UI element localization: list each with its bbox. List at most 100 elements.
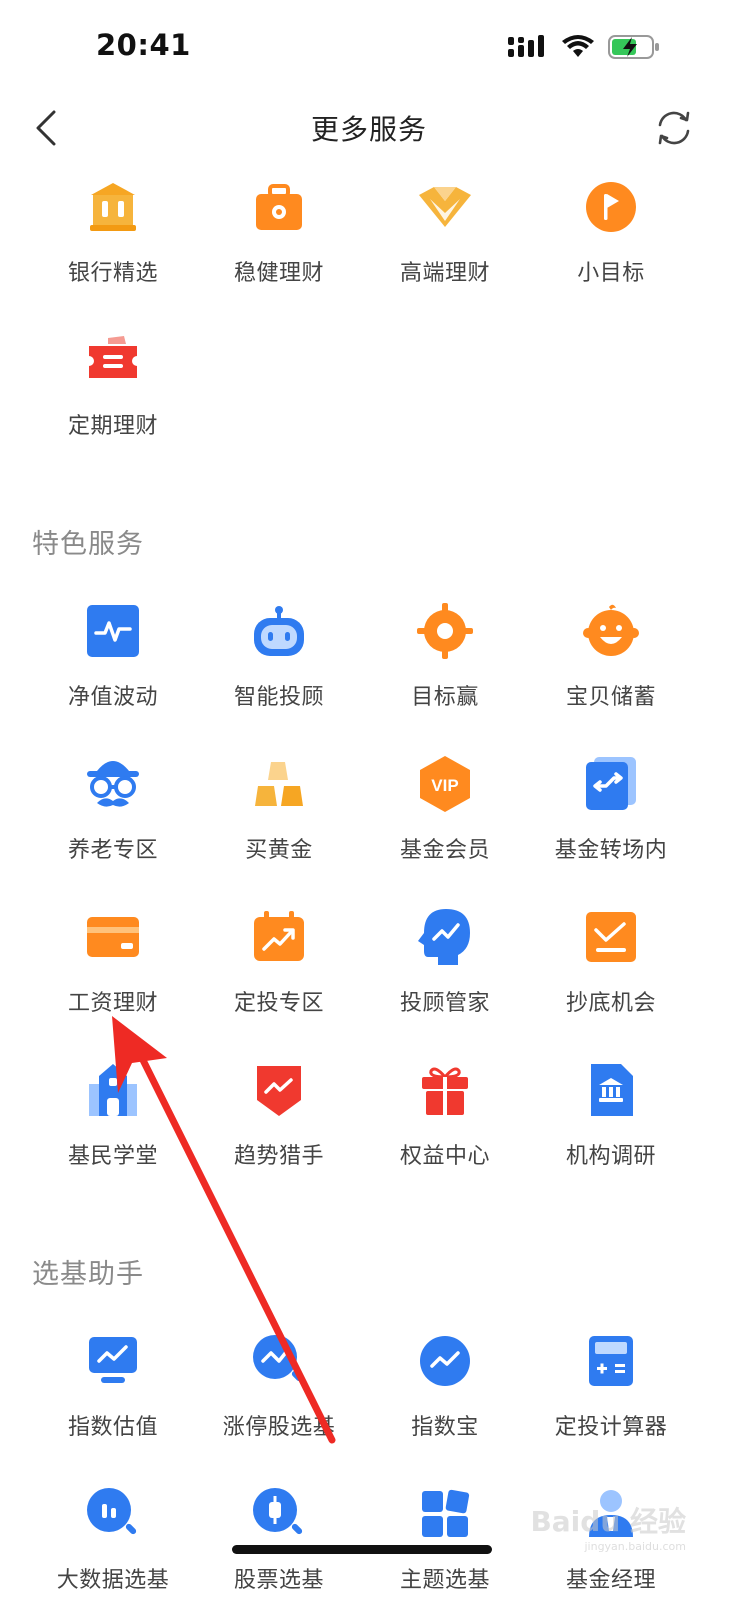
pulse-icon [82,600,144,662]
trend-shield-icon [248,1059,310,1121]
nav-bar: 更多服务 [0,100,738,156]
gold-bars-icon [248,753,310,815]
service-label: 大数据选基 [56,1568,170,1593]
service-label: 股票选基 [233,1568,324,1593]
service-label: 宝贝储蓄 [565,685,656,710]
target-icon [414,600,476,662]
service-item-salary-wealth[interactable]: 工资理财 [30,880,196,1033]
service-item-theme-picker[interactable]: 主题选基 [362,1457,528,1600]
service-item-investor-school[interactable]: 基民学堂 [30,1033,196,1186]
advisor-head-icon [414,906,476,968]
service-item-fixed-term[interactable]: 定期理财 [30,303,196,456]
battery-icon [608,34,660,64]
service-item-robo-advisor[interactable]: 智能投顾 [196,574,362,727]
section-title-featured: 特色服务 [32,529,144,560]
service-item-nav-volatility[interactable]: 净值波动 [30,574,196,727]
service-label: 稳健理财 [233,261,324,286]
featured-service-grid: 净值波动 智能投顾 目标赢 宝贝储蓄 养老专区 买黄金 VIP 基金会员 基金转… [30,574,694,1186]
service-item-index-valuation[interactable]: 指数估值 [30,1304,196,1457]
buy-dip-icon [580,906,642,968]
section-title-fund-assistant: 选基助手 [32,1259,144,1290]
watermark: Baidu 经验 jingyan.baidu.com [530,1500,686,1553]
service-item-small-goal[interactable]: 小目标 [528,150,694,303]
service-item-buy-gold[interactable]: 买黄金 [196,727,362,880]
service-item-advisor-steward[interactable]: 投顾管家 [362,880,528,1033]
refresh-icon [658,111,690,145]
service-label: 趋势猎手 [233,1144,324,1169]
service-item-fund-vip[interactable]: VIP 基金会员 [362,727,528,880]
service-item-limit-up-picker[interactable]: 涨停股选基 [196,1304,362,1457]
service-item-fund-exchange[interactable]: 基金转场内 [528,727,694,880]
service-label: 主题选基 [399,1568,490,1593]
service-label: 买黄金 [245,838,313,863]
service-item-pension-zone[interactable]: 养老专区 [30,727,196,880]
elder-icon [82,753,144,815]
service-item-big-data-picker[interactable]: 大数据选基 [30,1457,196,1600]
top-service-grid: 银行精选 稳健理财 高端理财 小目标 定期理财 [30,150,694,456]
monitor-chart-icon [82,1330,144,1392]
briefcase-icon [248,176,310,238]
service-item-index-bao[interactable]: 指数宝 [362,1304,528,1457]
service-item-rights-center[interactable]: 权益中心 [362,1033,528,1186]
service-label: 目标赢 [411,685,479,710]
service-label: 小目标 [577,261,645,286]
service-item-goal-win[interactable]: 目标赢 [362,574,528,727]
index-chart-icon [414,1330,476,1392]
service-label: 高端理财 [399,261,490,286]
baby-icon [580,600,642,662]
signal-icon [508,35,548,63]
search-candle-icon [248,1483,310,1545]
service-label: 定投专区 [233,991,324,1016]
transfer-icon [580,753,642,815]
grid-tiles-icon [414,1483,476,1545]
service-label: 智能投顾 [233,685,324,710]
calculator-icon [580,1330,642,1392]
watermark-main: Baidu 经验 [530,1505,686,1538]
service-item-trend-hunter[interactable]: 趋势猎手 [196,1033,362,1186]
service-item-bank-select[interactable]: 银行精选 [30,150,196,303]
search-trend-icon [248,1330,310,1392]
watermark-sub: jingyan.baidu.com [584,1540,686,1553]
service-item-sip-calculator[interactable]: 定投计算器 [528,1304,694,1457]
service-item-buy-dip[interactable]: 抄底机会 [528,880,694,1033]
service-label: 基金经理 [565,1568,656,1593]
service-label: 涨停股选基 [222,1415,336,1440]
bank-icon [82,176,144,238]
diamond-icon [414,176,476,238]
home-indicator[interactable] [232,1545,492,1554]
status-icons [508,34,660,64]
service-item-stock-picker[interactable]: 股票选基 [196,1457,362,1600]
card-icon [82,906,144,968]
service-label: 净值波动 [67,685,158,710]
service-label: 基金转场内 [554,838,668,863]
service-label: 指数宝 [411,1415,479,1440]
service-label: 养老专区 [67,838,158,863]
service-label: 权益中心 [399,1144,490,1169]
service-label: 基民学堂 [67,1144,158,1169]
service-item-premium-wealth[interactable]: 高端理财 [362,150,528,303]
service-item-sip-zone[interactable]: 定投专区 [196,880,362,1033]
refresh-button[interactable] [652,106,696,150]
fund-assistant-grid: 指数估值 涨停股选基 指数宝 定投计算器 大数据选基 股票选基 主题选基 基金经… [30,1304,694,1600]
status-bar: 20:41 [0,0,738,100]
school-icon [82,1059,144,1121]
service-label: 工资理财 [67,991,158,1016]
service-label: 定投计算器 [554,1415,668,1440]
flag-icon [580,176,642,238]
svg-text:VIP: VIP [431,776,458,795]
page-title: 更多服务 [310,113,427,146]
service-label: 基金会员 [399,838,490,863]
service-item-stable-wealth[interactable]: 稳健理财 [196,150,362,303]
status-time: 20:41 [96,28,191,62]
service-label: 投顾管家 [399,991,490,1016]
service-item-baby-savings[interactable]: 宝贝储蓄 [528,574,694,727]
search-bars-icon [82,1483,144,1545]
service-label: 抄底机会 [565,991,656,1016]
ticket-icon [82,329,144,391]
service-label: 银行精选 [67,261,158,286]
service-label: 机构调研 [565,1144,656,1169]
gift-icon [414,1059,476,1121]
service-item-institution-research[interactable]: 机构调研 [528,1033,694,1186]
service-label: 定期理财 [67,414,158,439]
wifi-icon [562,35,594,63]
